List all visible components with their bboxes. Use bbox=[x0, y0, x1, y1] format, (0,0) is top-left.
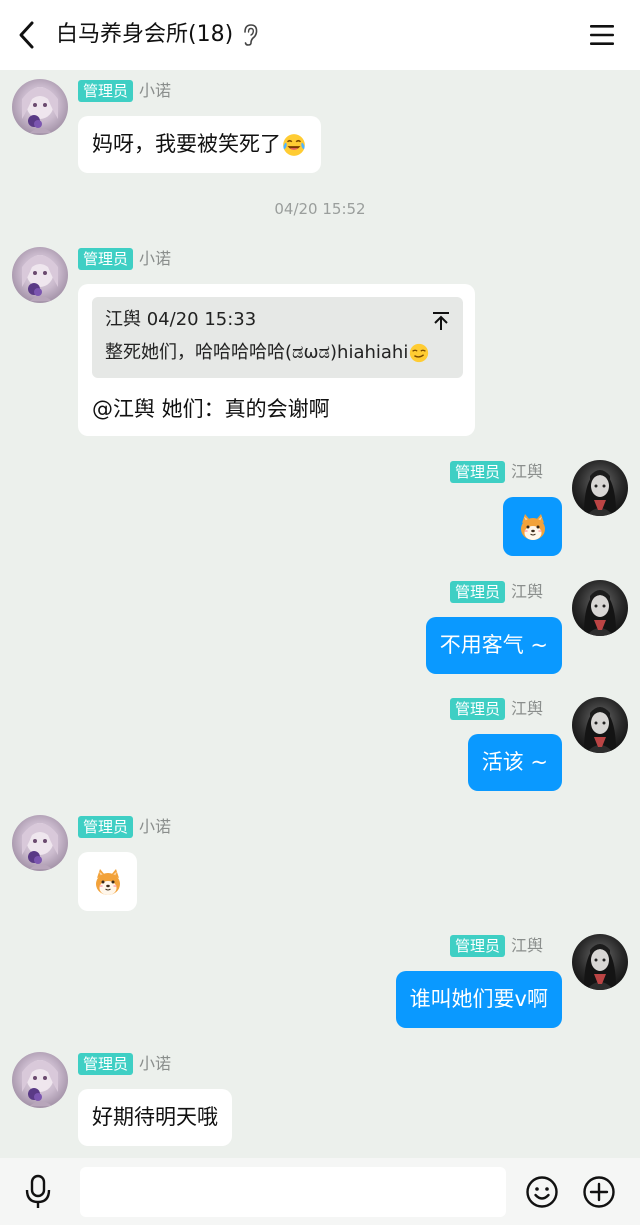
message-bubble[interactable]: 活该 ~ bbox=[467, 734, 562, 791]
admin-badge: 管理员 bbox=[449, 698, 505, 720]
avatar[interactable] bbox=[572, 460, 628, 516]
pin-top-icon[interactable] bbox=[431, 310, 451, 332]
message-text: 妈呀，我要被笑死了 bbox=[92, 132, 281, 156]
message-bubble[interactable]: 不用客气 ~ bbox=[425, 617, 562, 674]
hamburger-menu-icon[interactable] bbox=[588, 22, 616, 48]
sender-meta: 管理员 小诺 bbox=[78, 816, 171, 838]
message-bubble[interactable] bbox=[503, 497, 562, 556]
smirk-emoji-icon bbox=[408, 342, 430, 364]
sender-meta: 管理员 江舆 bbox=[449, 461, 543, 483]
sender-meta: 管理员 小诺 bbox=[78, 248, 171, 270]
message-text: 好期待明天哦 bbox=[92, 1105, 218, 1129]
admin-badge: 管理员 bbox=[449, 935, 505, 957]
avatar[interactable] bbox=[12, 1052, 68, 1108]
laughing-crying-emoji-icon bbox=[281, 132, 307, 158]
message-text: @江舆 她们：真的会谢啊 bbox=[92, 397, 330, 421]
admin-badge: 管理员 bbox=[449, 461, 505, 483]
quote-header: 江舆 04/20 15:33 bbox=[105, 309, 257, 330]
admin-badge: 管理员 bbox=[78, 248, 134, 270]
message-timestamp: 04/20 15:52 bbox=[274, 200, 366, 218]
input-bar bbox=[0, 1158, 640, 1225]
message-bubble[interactable] bbox=[78, 852, 137, 911]
smiley-icon[interactable] bbox=[525, 1175, 559, 1209]
avatar[interactable] bbox=[572, 697, 628, 753]
message-text: 活该 ~ bbox=[481, 750, 548, 774]
sender-meta: 管理员 江舆 bbox=[449, 581, 543, 603]
avatar[interactable] bbox=[12, 79, 68, 135]
sender-name[interactable]: 江舆 bbox=[511, 698, 543, 720]
avatar[interactable] bbox=[572, 934, 628, 990]
avatar[interactable] bbox=[12, 247, 68, 303]
avatar[interactable] bbox=[572, 580, 628, 636]
sender-name[interactable]: 江舆 bbox=[511, 935, 543, 957]
sender-name[interactable]: 小诺 bbox=[139, 80, 171, 102]
admin-badge: 管理员 bbox=[78, 816, 134, 838]
plus-icon[interactable] bbox=[582, 1175, 616, 1209]
shiba-dog-emoji-icon bbox=[517, 511, 549, 543]
back-arrow-icon[interactable] bbox=[12, 17, 44, 53]
microphone-icon[interactable] bbox=[22, 1174, 54, 1210]
avatar[interactable] bbox=[12, 815, 68, 871]
message-bubble[interactable]: 好期待明天哦 bbox=[78, 1089, 232, 1146]
admin-badge: 管理员 bbox=[78, 80, 134, 102]
message-text: 不用客气 ~ bbox=[439, 633, 548, 657]
chat-header: 白马养身会所(18) bbox=[0, 0, 640, 70]
ear-icon bbox=[244, 24, 258, 46]
admin-badge: 管理员 bbox=[449, 581, 505, 603]
sender-meta: 管理员 小诺 bbox=[78, 1053, 171, 1075]
sender-name[interactable]: 小诺 bbox=[139, 1053, 171, 1075]
message-input[interactable] bbox=[80, 1167, 506, 1217]
admin-badge: 管理员 bbox=[78, 1053, 134, 1075]
sender-meta: 管理员 小诺 bbox=[78, 80, 171, 102]
sender-meta: 管理员 江舆 bbox=[449, 698, 543, 720]
sender-name[interactable]: 小诺 bbox=[139, 816, 171, 838]
quoted-message[interactable]: 江舆 04/20 15:33 整死她们，哈哈哈哈哈(ಡωಡ)hiahiahi bbox=[92, 297, 463, 378]
quote-text: 整死她们，哈哈哈哈哈(ಡωಡ)hiahiahi bbox=[105, 341, 430, 365]
page-title[interactable]: 白马养身会所(18) bbox=[56, 20, 233, 50]
sender-name[interactable]: 小诺 bbox=[139, 248, 171, 270]
sender-name[interactable]: 江舆 bbox=[511, 581, 543, 603]
shiba-dog-emoji-icon bbox=[92, 866, 124, 898]
message-bubble[interactable]: 妈呀，我要被笑死了 bbox=[78, 116, 321, 173]
sender-meta: 管理员 江舆 bbox=[449, 935, 543, 957]
message-text: 谁叫她们要v啊 bbox=[409, 987, 548, 1011]
sender-name[interactable]: 江舆 bbox=[511, 461, 543, 483]
message-bubble[interactable]: 谁叫她们要v啊 bbox=[395, 971, 562, 1028]
